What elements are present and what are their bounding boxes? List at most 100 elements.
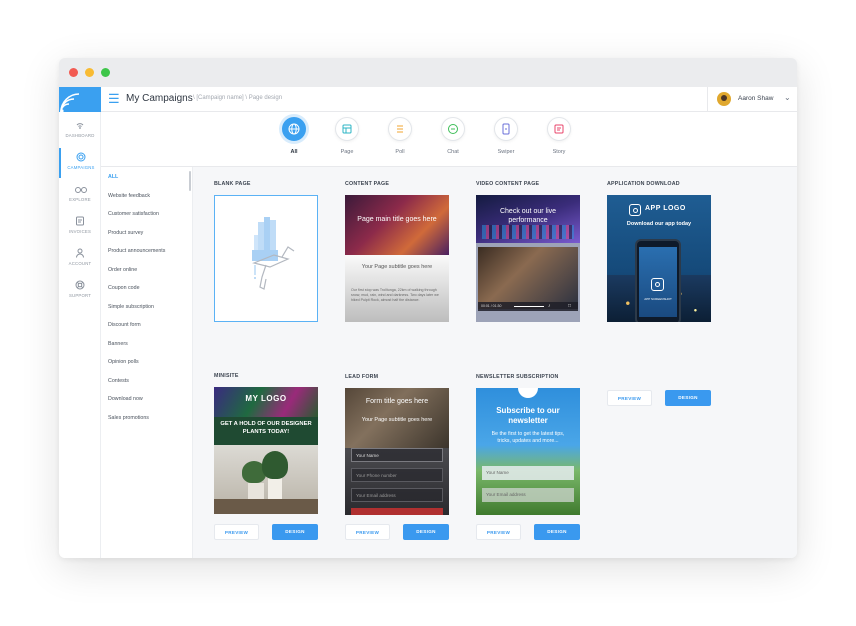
thumb-title: Page main title goes here <box>357 216 437 223</box>
wifi-logo-icon <box>60 93 80 113</box>
design-button[interactable]: DESIGN <box>272 524 318 540</box>
user-menu[interactable]: Aaron Shaw ⌄ <box>707 87 797 112</box>
thumb-subtitle: Your Page subtitle goes here <box>361 264 433 270</box>
sidebar-item-label: SUPPORT <box>68 293 92 298</box>
badge-circle <box>518 388 538 398</box>
card-title: APPLICATION DOWNLOAD <box>607 181 680 187</box>
tab-story[interactable]: Story <box>534 117 584 155</box>
thumb-title: Check out our live performance <box>499 208 557 224</box>
chevron-down-icon: ⌄ <box>784 93 791 102</box>
category-item[interactable]: Product survey <box>108 230 143 236</box>
volume-icon[interactable]: ♪ <box>548 303 551 309</box>
application-download-thumbnail[interactable]: APP LOGO Download our app today APP SCRE… <box>607 195 711 322</box>
preview-button[interactable]: PREVIEW <box>345 524 390 540</box>
tab-label: Chat <box>447 149 459 155</box>
card-title: MINISITE <box>214 373 239 379</box>
category-item[interactable]: Opinion polls <box>108 359 139 365</box>
category-item[interactable]: Discount form <box>108 322 141 328</box>
camera-icon <box>629 204 641 216</box>
sidebar-item-account[interactable]: ACCOUNT <box>59 244 101 274</box>
lifebuoy-icon <box>75 280 85 290</box>
minisite-thumbnail[interactable]: MY LOGO GET A HOLD OF OUR DESIGNER PLANT… <box>214 387 318 514</box>
content-page-thumbnail[interactable]: Page main title goes here Your Page subt… <box>345 195 449 322</box>
preview-button[interactable]: PREVIEW <box>607 390 652 406</box>
story-icon <box>548 118 570 140</box>
avatar <box>717 92 731 106</box>
campaign-type-tabs: All Page Poll Chat Swiper Story <box>101 112 797 167</box>
window-titlebar <box>59 58 797 87</box>
page-icon <box>336 118 358 140</box>
category-item[interactable]: Product announcements <box>108 248 165 254</box>
name-field[interactable]: Your Name <box>351 448 443 462</box>
category-item[interactable]: Website feedback <box>108 193 150 199</box>
category-item[interactable]: Simple subscription <box>108 304 154 310</box>
preview-button[interactable]: PREVIEW <box>214 524 259 540</box>
sidebar-item-explore[interactable]: EXPLORE <box>59 180 101 210</box>
category-item[interactable]: Contests <box>108 378 129 384</box>
close-window-button[interactable] <box>69 68 78 77</box>
video-player[interactable] <box>478 247 578 309</box>
minimize-window-button[interactable] <box>85 68 94 77</box>
name-field[interactable]: Your Name <box>482 466 574 480</box>
tab-page[interactable]: Page <box>322 117 372 155</box>
category-item[interactable]: Banners <box>108 341 128 347</box>
category-item[interactable]: Coupon code <box>108 285 140 291</box>
phone-field[interactable]: Your Phone number <box>351 468 443 482</box>
tab-label: Story <box>552 149 566 155</box>
tab-chat[interactable]: Chat <box>428 117 478 155</box>
email-field[interactable]: Your Email address <box>351 488 443 502</box>
category-item[interactable]: Customer satisfaction <box>108 211 159 217</box>
user-name: Aaron Shaw <box>738 95 774 102</box>
thumb-title: GET A HOLD OF OUR DESIGNER PLANTS TODAY! <box>220 421 312 435</box>
category-item[interactable]: Sales promotions <box>108 415 149 421</box>
sidebar-item-label: CAMPAIGNS <box>67 165 95 170</box>
thumb-title: Download our app today <box>626 221 692 227</box>
sidebar-item-label: INVOICES <box>68 229 92 234</box>
maximize-window-button[interactable] <box>101 68 110 77</box>
email-field[interactable]: Your Email address <box>482 488 574 502</box>
tab-poll[interactable]: Poll <box>375 117 425 155</box>
category-item[interactable]: Download now <box>108 396 143 402</box>
tab-all[interactable]: All <box>269 117 319 155</box>
invoice-icon <box>75 216 85 226</box>
sidebar-item-label: EXPLORE <box>69 197 91 202</box>
design-button[interactable]: DESIGN <box>665 390 711 406</box>
menu-icon[interactable]: ☰ <box>108 92 120 105</box>
phone-caption: APP SCREENSHOT <box>644 297 672 301</box>
sidebar-item-campaigns[interactable]: CAMPAIGNS <box>59 148 101 178</box>
user-icon <box>75 248 85 258</box>
breadcrumb[interactable]: \ [Campaign name] \ Page design <box>193 95 282 101</box>
video-controls[interactable]: 00:01 / 01:30 ♪ □ <box>478 302 578 311</box>
app-header: ☰ My Campaigns \ [Campaign name] \ Page … <box>59 87 797 113</box>
blank-page-thumbnail[interactable] <box>214 195 318 322</box>
tab-swiper[interactable]: Swiper <box>481 117 531 155</box>
video-content-page-thumbnail[interactable]: Check out our live performance 00:01 / 0… <box>476 195 580 322</box>
design-button[interactable]: DESIGN <box>534 524 580 540</box>
app-logo[interactable] <box>59 87 101 113</box>
signal-icon <box>75 120 85 130</box>
fullscreen-icon[interactable]: □ <box>568 303 571 309</box>
thumb-title: Form title goes here <box>365 398 429 405</box>
sidebar-item-support[interactable]: SUPPORT <box>59 276 101 306</box>
category-item[interactable]: Order online <box>108 267 137 273</box>
newsletter-thumbnail[interactable]: Subscribe to our newsletter Be the first… <box>476 388 580 515</box>
binoculars-icon <box>75 184 87 194</box>
thumb-body: Our first stop was Trolltunga, 22km of w… <box>351 288 439 302</box>
sidebar-item-invoices[interactable]: INVOICES <box>59 212 101 242</box>
lead-form-thumbnail[interactable]: Form title goes here Your Page subtitle … <box>345 388 449 515</box>
tab-label: Swiper <box>497 149 515 155</box>
thumb-subtitle: Be the first to get the latest tips, tri… <box>491 431 565 444</box>
sidebar-item-dashboard[interactable]: DASHBOARD <box>59 116 101 146</box>
sidebar-item-label: DASHBOARD <box>65 133 95 138</box>
video-time: 00:01 / 01:30 <box>481 304 502 308</box>
thumb-subtitle: Your Page subtitle goes here <box>361 417 433 423</box>
video-progress[interactable] <box>514 306 544 307</box>
design-button[interactable]: DESIGN <box>403 524 449 540</box>
card-title: BLANK PAGE <box>214 181 251 187</box>
category-all[interactable]: ALL <box>108 174 118 180</box>
tab-label: All <box>290 149 298 155</box>
preview-button[interactable]: PREVIEW <box>476 524 521 540</box>
camera-icon <box>651 278 664 291</box>
category-scrollbar[interactable] <box>189 171 191 191</box>
logo-text: MY LOGO <box>245 394 287 403</box>
